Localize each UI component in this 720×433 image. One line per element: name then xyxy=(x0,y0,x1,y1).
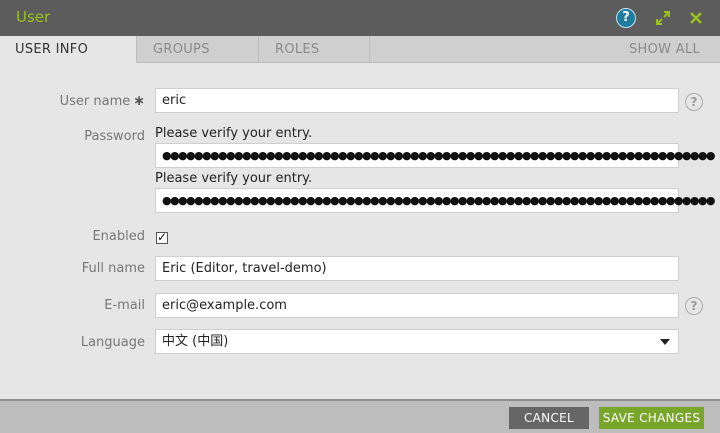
password-label: Password xyxy=(84,129,145,144)
tab-roles[interactable]: ROLES xyxy=(259,36,370,62)
language-value: 中文 (中国) xyxy=(162,334,229,349)
help-icon[interactable]: ? xyxy=(616,8,636,28)
language-select[interactable]: 中文 (中国) xyxy=(155,329,679,354)
dialog-title: User xyxy=(16,8,51,26)
tab-bar: USER INFO GROUPS ROLES SHOW ALL xyxy=(0,36,720,63)
tab-user-info[interactable]: USER INFO xyxy=(0,36,137,63)
email-label: E-mail xyxy=(104,298,145,313)
tab-show-all[interactable]: SHOW ALL xyxy=(629,36,700,62)
email-field[interactable]: eric@example.com xyxy=(155,293,679,318)
password-confirm-field[interactable]: ●●●●●●●●●●●●●●●●●●●●●●●●●●●●●●●●●●●●●●●●… xyxy=(155,188,715,213)
expand-icon[interactable] xyxy=(653,8,673,28)
fullname-label: Full name xyxy=(81,261,145,276)
enabled-label: Enabled xyxy=(92,229,145,244)
password-confirm-hint: Please verify your entry. xyxy=(155,171,313,186)
dropdown-caret-icon xyxy=(660,339,670,345)
cancel-button[interactable]: CANCEL xyxy=(509,407,589,429)
username-label-text: User name xyxy=(59,94,131,109)
fullname-field[interactable]: Eric (Editor, travel-demo) xyxy=(155,256,679,281)
password-field[interactable]: ●●●●●●●●●●●●●●●●●●●●●●●●●●●●●●●●●●●●●●●●… xyxy=(155,143,715,168)
language-label: Language xyxy=(80,335,145,350)
user-dialog: User ? USER INFO GROUPS ROLES SHOW ALL U… xyxy=(0,0,720,433)
save-changes-button[interactable]: SAVE CHANGES xyxy=(599,407,704,429)
username-field[interactable]: eric xyxy=(155,88,679,113)
enabled-checkbox[interactable]: ✓ xyxy=(156,231,168,244)
field-help-icon[interactable]: ? xyxy=(685,93,703,111)
title-bar: User ? xyxy=(0,0,720,36)
required-mark: ∗ xyxy=(133,93,145,109)
footer-bar: CANCEL SAVE CHANGES xyxy=(0,399,720,433)
username-label: User name ∗ xyxy=(0,93,145,109)
tab-groups[interactable]: GROUPS xyxy=(137,36,259,62)
close-icon[interactable] xyxy=(686,8,706,28)
email-help-icon[interactable]: ? xyxy=(685,297,703,315)
password-verify-hint: Please verify your entry. xyxy=(155,126,313,141)
